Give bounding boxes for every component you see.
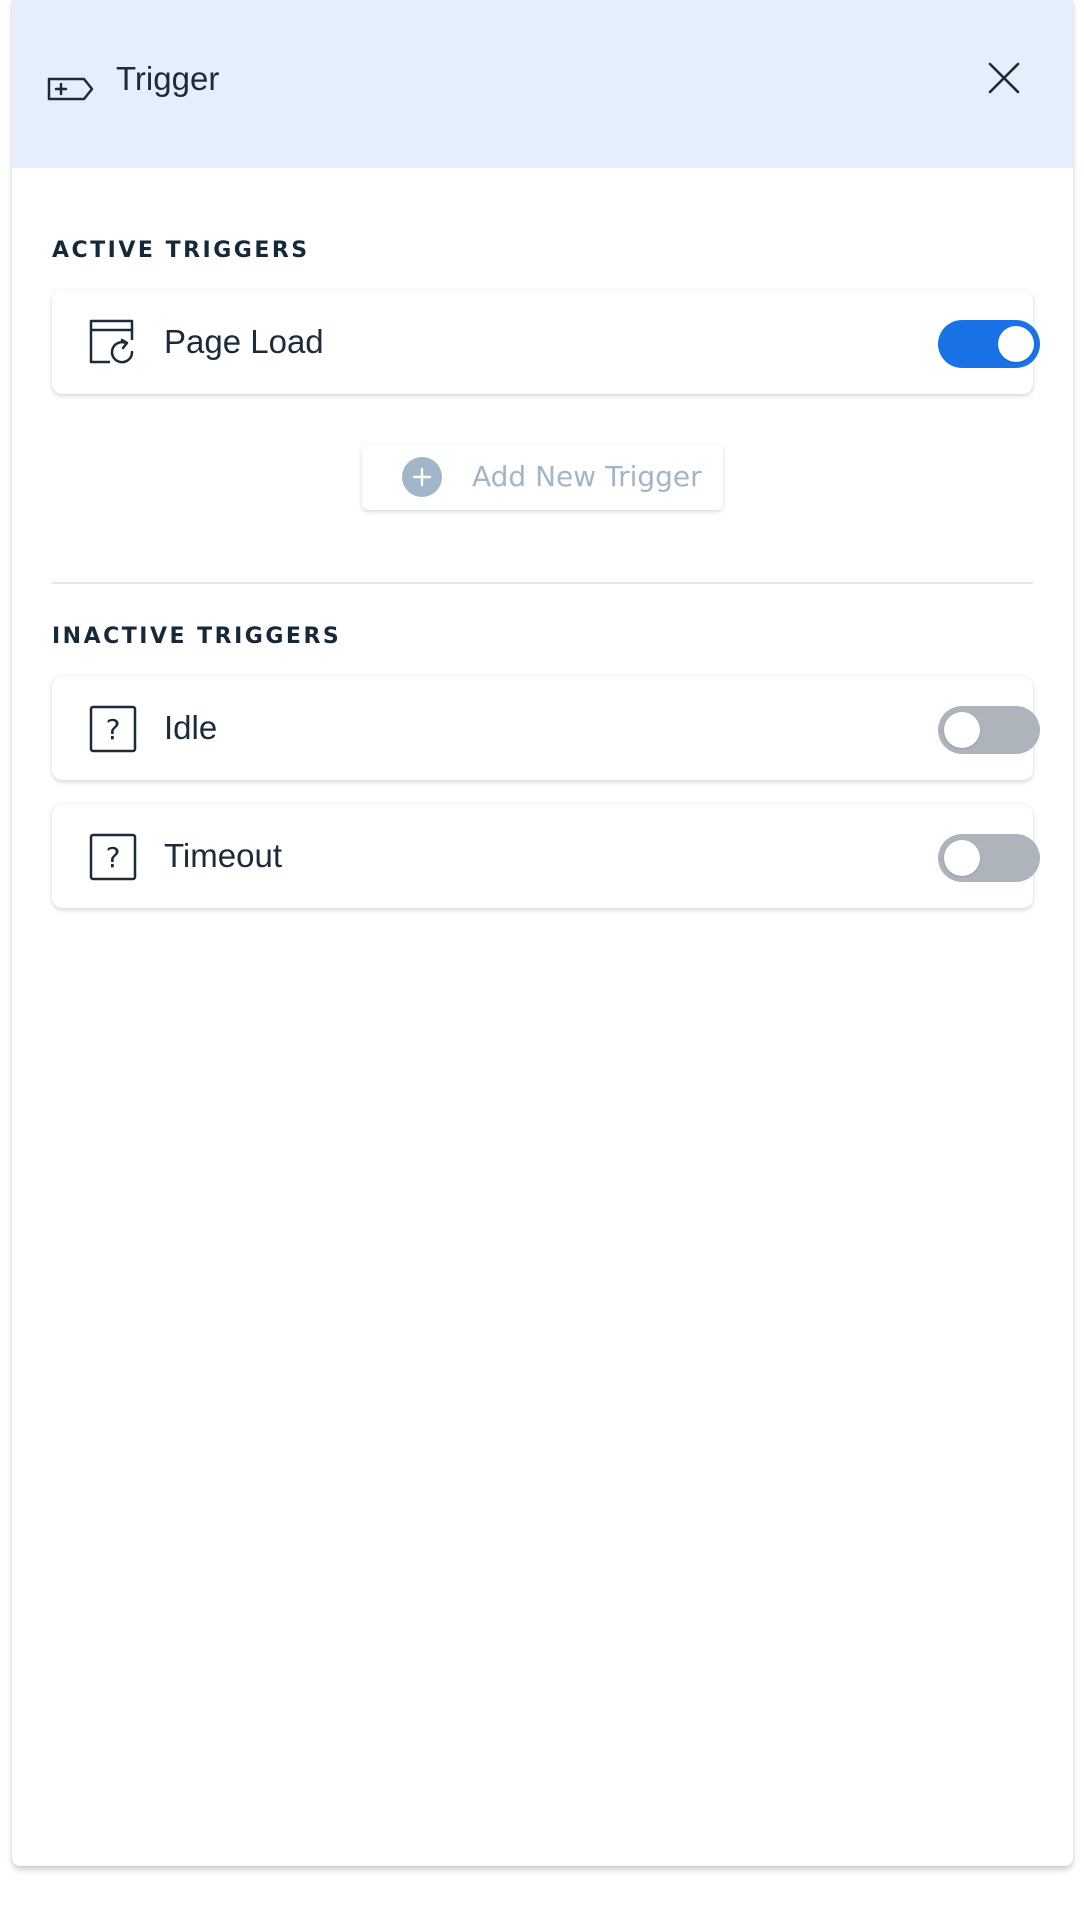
question-box-icon: ? [89,833,137,881]
section-divider [52,582,1033,584]
toggle-knob [998,326,1034,362]
trigger-card-page-load[interactable]: Page Load [52,290,1040,394]
add-new-trigger-label: Add New Trigger [472,460,702,493]
inactive-triggers-heading: INACTIVE TRIGGERS [52,624,342,649]
trigger-label: Idle [164,709,218,746]
toggle-knob [944,840,980,876]
page-load-toggle[interactable] [938,320,1040,368]
trigger-card-timeout[interactable]: ? Timeout [52,804,1040,908]
idle-toggle[interactable] [938,706,1040,754]
trigger-card-idle[interactable]: ? Idle [52,676,1040,780]
svg-text:?: ? [106,713,121,746]
svg-text:?: ? [106,841,121,874]
timeout-toggle[interactable] [938,834,1040,882]
trigger-panel: Trigger ACTIVE TRIGGERS Page Load Add Ne… [12,0,1073,1866]
panel-header: Trigger [12,0,1073,168]
tag-plus-icon [47,77,94,101]
page-reload-icon [89,319,134,364]
plus-circle-icon [402,457,442,497]
add-new-trigger-button[interactable]: Add New Trigger [362,444,723,510]
trigger-label: Page Load [164,323,324,360]
toggle-knob [944,712,980,748]
active-triggers-heading: ACTIVE TRIGGERS [52,238,310,263]
trigger-label: Timeout [164,837,282,874]
panel-title: Trigger [116,60,220,97]
close-icon[interactable] [984,58,1024,98]
question-box-icon: ? [89,705,137,753]
